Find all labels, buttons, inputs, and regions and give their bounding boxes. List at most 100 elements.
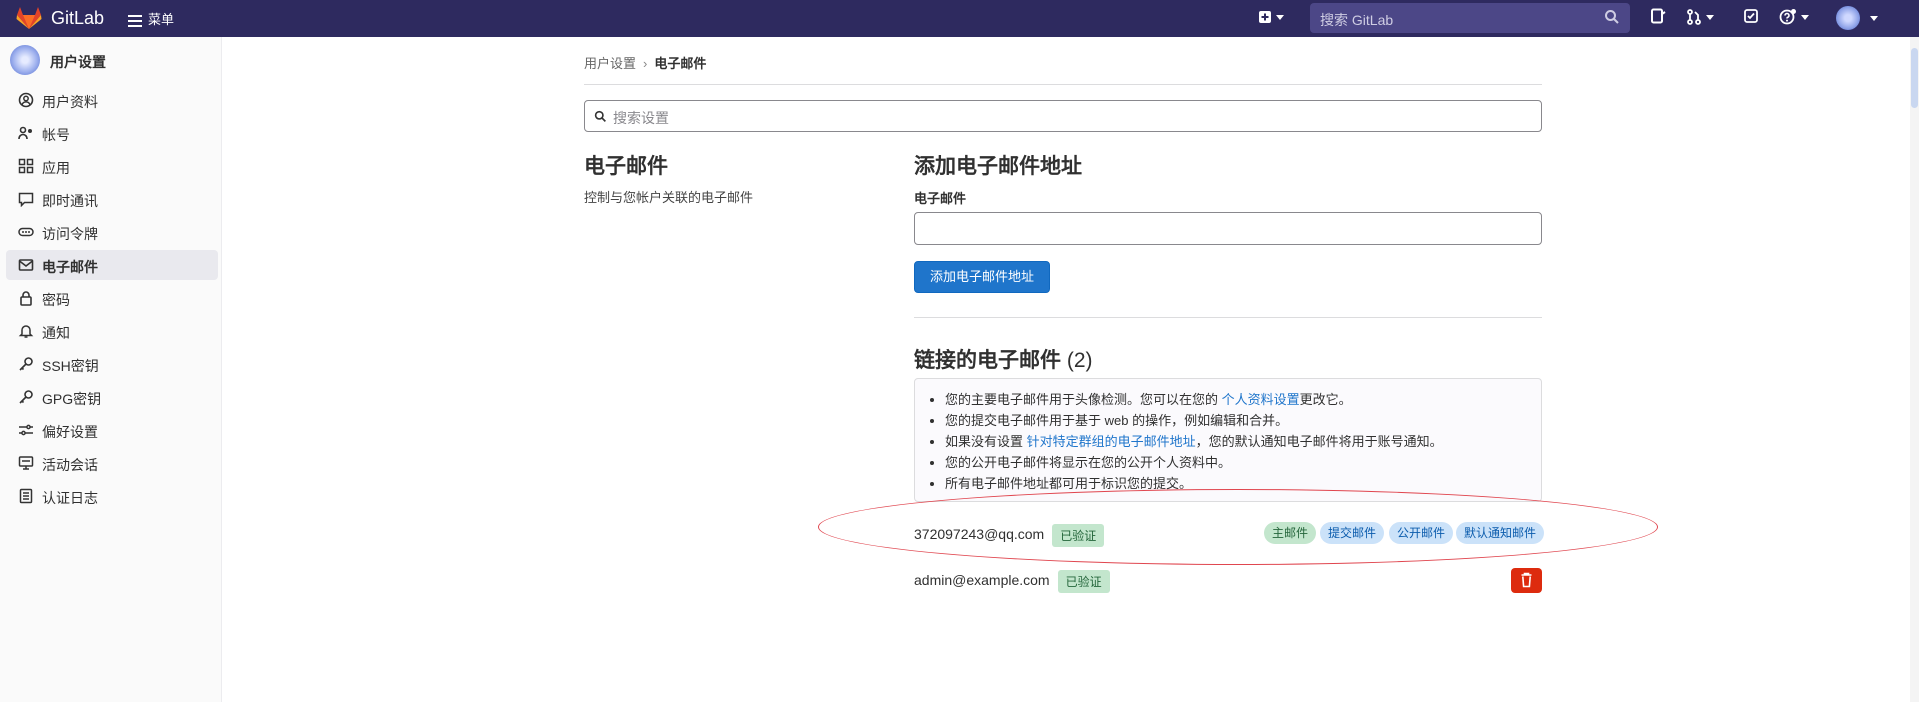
- sidebar-item-label: 用户资料: [42, 94, 98, 110]
- email-field[interactable]: [914, 212, 1542, 245]
- search-icon: [594, 110, 606, 122]
- preferences-icon: [19, 424, 33, 436]
- sidebar-item-active-sessions[interactable]: 活动会话: [6, 448, 218, 478]
- sidebar-item-label: 密码: [42, 292, 70, 308]
- mail-icon: [18, 259, 34, 271]
- info-text: 如果没有设置: [945, 434, 1027, 449]
- sidebar-item-label: GPG密钥: [42, 391, 102, 407]
- applications-icon: [18, 158, 34, 174]
- monitor-icon: [18, 456, 34, 470]
- gitlab-brand[interactable]: GitLab: [51, 8, 104, 29]
- divider: [584, 84, 1542, 85]
- email-field-label: 电子邮件: [914, 191, 967, 206]
- sidebar-item-label: 认证日志: [42, 490, 98, 506]
- profile-settings-link[interactable]: 个人资料设置: [1222, 392, 1300, 407]
- new-dropdown-button[interactable]: [1258, 8, 1284, 24]
- info-item: 您的主要电子邮件用于头像检测。您可以在您的 个人资料设置更改它。: [945, 389, 1443, 410]
- scrollbar-thumb[interactable]: [1911, 48, 1918, 108]
- sidebar-item-gpg-keys[interactable]: GPG密钥: [6, 382, 218, 412]
- chevron-down-icon: [1276, 14, 1284, 20]
- todos-button[interactable]: [1743, 8, 1759, 27]
- avatar: [10, 45, 40, 75]
- chevron-down-icon[interactable]: [1870, 16, 1878, 21]
- sidebar-item-label: 帐号: [42, 127, 70, 143]
- key-icon: [19, 390, 33, 404]
- gitlab-logo-icon[interactable]: [16, 6, 42, 30]
- account-icon: [18, 126, 32, 140]
- settings-search-input[interactable]: 搜索设置: [584, 100, 1542, 132]
- chat-icon: [18, 192, 34, 207]
- trash-icon: [1521, 572, 1532, 588]
- sidebar-title: 用户设置: [50, 54, 106, 70]
- sidebar-header[interactable]: 用户设置: [10, 45, 220, 75]
- top-navbar: GitLab 菜单 搜索 GitLab: [0, 0, 1919, 37]
- user-avatar[interactable]: [1836, 6, 1860, 30]
- sidebar-item-password[interactable]: 密码: [6, 283, 218, 313]
- annotation-oval: [818, 489, 1658, 565]
- menu-label: 菜单: [148, 12, 175, 27]
- linked-emails-count: (2): [1066, 349, 1093, 372]
- issues-icon: [1651, 8, 1666, 24]
- sidebar-item-label: 电子邮件: [42, 259, 98, 275]
- help-button[interactable]: [1779, 8, 1809, 26]
- hamburger-icon: [128, 12, 142, 30]
- breadcrumb-parent[interactable]: 用户设置: [584, 56, 636, 71]
- add-email-button[interactable]: 添加电子邮件地址: [914, 261, 1050, 293]
- bell-icon: [18, 325, 34, 338]
- settings-search-placeholder: 搜索设置: [613, 110, 669, 126]
- section-description: 控制与您帐户关联的电子邮件: [584, 190, 754, 205]
- sidebar-item-account[interactable]: 帐号: [6, 118, 218, 148]
- sidebar-item-applications[interactable]: 应用: [6, 151, 218, 181]
- merge-requests-button[interactable]: [1686, 8, 1714, 26]
- sidebar-item-label: SSH密钥: [42, 358, 99, 374]
- lock-icon: [20, 291, 32, 306]
- chevron-right-icon: ›: [643, 56, 648, 71]
- info-text: 您的主要电子邮件用于头像检测。您可以在您的: [945, 392, 1222, 407]
- sidebar-item-label: 访问令牌: [42, 226, 98, 242]
- log-icon: [19, 488, 33, 504]
- todo-icon: [1744, 9, 1758, 23]
- info-box: 您的主要电子邮件用于头像检测。您可以在您的 个人资料设置更改它。 您的提交电子邮…: [914, 378, 1542, 502]
- info-list: 您的主要电子邮件用于头像检测。您可以在您的 个人资料设置更改它。 您的提交电子邮…: [915, 389, 1443, 494]
- verified-badge: 已验证: [1057, 570, 1110, 593]
- group-email-link[interactable]: 针对特定群组的电子邮件地址: [1027, 434, 1196, 449]
- info-text: 您的提交电子邮件用于基于 web 的操作，例如编辑和合并。: [945, 413, 1289, 428]
- email-row: admin@example.com 已验证: [914, 570, 1110, 593]
- info-text: 更改它。: [1299, 392, 1352, 407]
- token-icon: [18, 227, 34, 237]
- sidebar-item-emails[interactable]: 电子邮件: [6, 250, 218, 280]
- delete-email-button[interactable]: [1511, 568, 1542, 593]
- divider: [914, 317, 1542, 318]
- sidebar-item-preferences[interactable]: 偏好设置: [6, 415, 218, 445]
- section-title: 电子邮件: [584, 155, 668, 178]
- sidebar-item-label: 即时通讯: [42, 193, 98, 209]
- sidebar-item-label: 偏好设置: [42, 424, 98, 440]
- profile-icon: [18, 92, 34, 108]
- menu-button[interactable]: 菜单: [128, 9, 174, 30]
- sidebar-item-label: 应用: [42, 160, 70, 176]
- merge-request-icon: [1687, 9, 1701, 26]
- info-text: 您的公开电子邮件将显示在您的公开个人资料中。: [945, 455, 1232, 470]
- sidebar-item-label: 活动会话: [42, 457, 98, 473]
- sidebar-item-profile[interactable]: 用户资料: [6, 85, 218, 115]
- key-icon: [19, 357, 33, 371]
- sidebar-item-access-tokens[interactable]: 访问令牌: [6, 217, 218, 247]
- chevron-down-icon: [1706, 14, 1714, 20]
- info-text: ，您的默认通知电子邮件将用于账号通知。: [1195, 434, 1443, 449]
- sidebar-item-ssh-keys[interactable]: SSH密钥: [6, 349, 218, 379]
- global-search-input[interactable]: 搜索 GitLab: [1310, 3, 1630, 33]
- search-placeholder: 搜索 GitLab: [1320, 12, 1394, 28]
- sidebar-item-notifications[interactable]: 通知: [6, 316, 218, 346]
- email-address: admin@example.com: [914, 572, 1050, 589]
- sidebar-item-label: 通知: [42, 325, 70, 341]
- page-scrollbar[interactable]: [1910, 37, 1919, 702]
- info-item: 如果没有设置 针对特定群组的电子邮件地址，您的默认通知电子邮件将用于账号通知。: [945, 431, 1443, 452]
- add-email-title: 添加电子邮件地址: [914, 155, 1082, 178]
- breadcrumb-current[interactable]: 电子邮件: [654, 56, 706, 71]
- issues-button[interactable]: [1650, 8, 1666, 27]
- info-item: 您的公开电子邮件将显示在您的公开个人资料中。: [945, 452, 1443, 473]
- plus-square-icon: [1259, 11, 1271, 24]
- info-item: 您的提交电子邮件用于基于 web 的操作，例如编辑和合并。: [945, 410, 1443, 431]
- sidebar-item-auth-log[interactable]: 认证日志: [6, 481, 218, 511]
- sidebar-item-chat[interactable]: 即时通讯: [6, 184, 218, 214]
